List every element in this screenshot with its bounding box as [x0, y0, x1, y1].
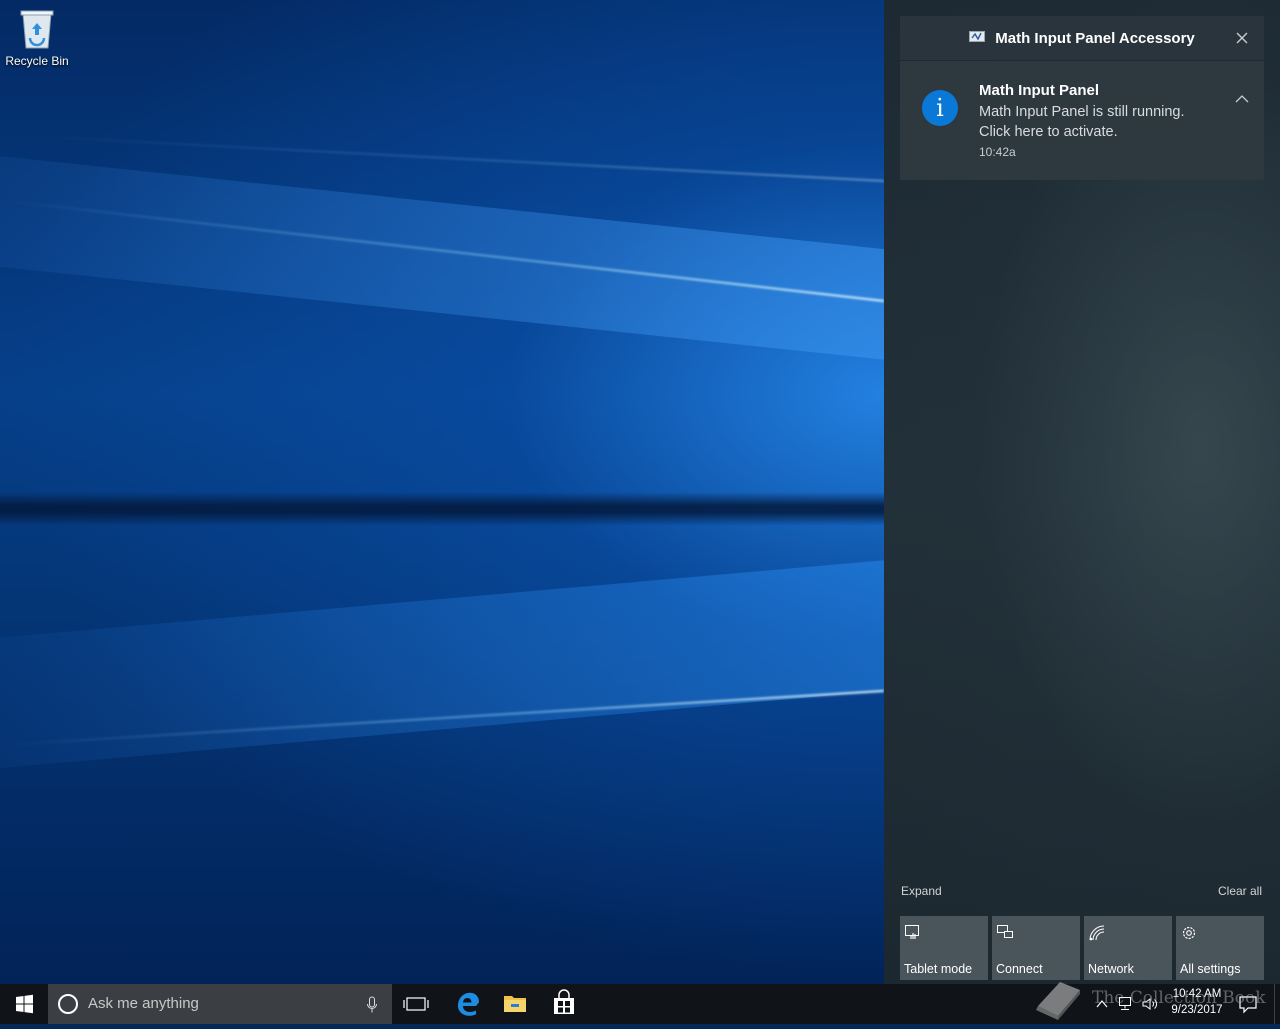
recycle-bin-icon	[20, 8, 54, 50]
search-box[interactable]: Ask me anything	[48, 984, 392, 1024]
wallpaper-light-pane-1	[0, 153, 884, 360]
wallpaper-dark-band	[0, 492, 884, 526]
edge-icon	[458, 992, 479, 1016]
search-placeholder: Ask me anything	[88, 995, 199, 1012]
speaker-icon	[1142, 998, 1157, 1010]
start-button[interactable]	[0, 984, 48, 1024]
cortana-icon	[58, 994, 78, 1014]
notification-title: Math Input Panel	[979, 82, 1099, 99]
clock-date: 9/23/2017	[1171, 1004, 1223, 1016]
notification-body-line: Math Input Panel is still running.	[979, 104, 1185, 120]
gear-icon	[1180, 924, 1198, 942]
taskbar-clock[interactable]: 10:42 AM 9/23/2017	[1160, 986, 1234, 1018]
quick-action-label: Connect	[996, 962, 1043, 976]
info-icon: i	[922, 90, 958, 126]
store-button[interactable]	[540, 984, 588, 1024]
action-center-panel: Math Input Panel Accessory i Math Input …	[884, 0, 1280, 984]
close-icon[interactable]	[1232, 28, 1252, 48]
windows-logo-icon	[16, 994, 33, 1014]
quick-action-label: Network	[1088, 962, 1134, 976]
quick-action-label: All settings	[1180, 962, 1241, 976]
volume-tray-button[interactable]	[1140, 994, 1160, 1014]
quick-action-network[interactable]: Network	[1084, 916, 1172, 980]
quick-action-all-settings[interactable]: All settings	[1176, 916, 1264, 980]
task-view-icon	[403, 997, 429, 1011]
network-wired-icon	[1119, 997, 1131, 1010]
show-desktop-button[interactable]	[1274, 984, 1280, 1024]
microphone-icon[interactable]	[366, 996, 378, 1014]
clear-all-link[interactable]: Clear all	[1218, 884, 1262, 898]
edge-button[interactable]	[443, 984, 491, 1024]
network-tray-button[interactable]	[1116, 994, 1136, 1014]
taskbar: Ask me anything 10:42 AM 9/23/2017	[0, 984, 1280, 1024]
notification-time: 10:42a	[979, 145, 1016, 159]
quick-action-tablet-mode[interactable]: Tablet mode	[900, 916, 988, 980]
expand-link[interactable]: Expand	[901, 884, 942, 898]
quick-actions: Tablet mode Connect Network All settings	[900, 916, 1264, 980]
chevron-up-icon[interactable]	[1234, 91, 1250, 107]
chevron-up-icon	[1096, 1000, 1108, 1008]
notification-body: Math Input Panel is still running. Click…	[979, 102, 1209, 142]
notification-body-line: Click here to activate.	[979, 124, 1118, 140]
clock-time: 10:42 AM	[1172, 988, 1222, 1000]
action-center-button[interactable]	[1236, 992, 1260, 1016]
recycle-bin-label: Recycle Bin	[5, 54, 69, 68]
connect-icon	[996, 924, 1014, 942]
folder-icon	[504, 996, 526, 1012]
show-hidden-icons-button[interactable]	[1094, 994, 1110, 1014]
notification-group-title: Math Input Panel Accessory	[995, 29, 1195, 47]
wallpaper-light-pane-2	[0, 560, 884, 771]
quick-action-connect[interactable]: Connect	[992, 916, 1080, 980]
tablet-mode-icon	[904, 924, 922, 942]
quick-action-label: Tablet mode	[904, 962, 973, 976]
task-view-button[interactable]	[392, 984, 440, 1024]
file-explorer-button[interactable]	[491, 984, 539, 1024]
desktop-wallpaper: Recycle Bin	[0, 0, 884, 984]
desktop-icon-recycle-bin[interactable]: Recycle Bin	[4, 8, 70, 68]
notification-group-header[interactable]: Math Input Panel Accessory	[900, 16, 1264, 60]
store-icon	[554, 989, 574, 1014]
notification-card[interactable]: i Math Input Panel Math Input Panel is s…	[900, 61, 1264, 180]
math-input-panel-icon	[969, 29, 986, 48]
action-center-icon	[1239, 996, 1257, 1014]
network-icon	[1088, 924, 1106, 942]
